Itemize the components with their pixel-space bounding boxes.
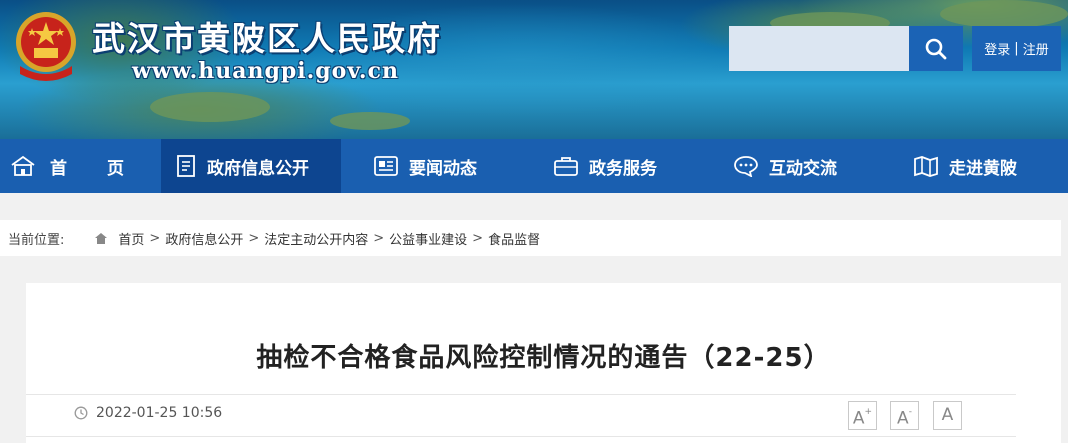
publish-time-value: 2022-01-25 10:56 [96,405,223,421]
auth-separator: | [1014,41,1019,56]
divider [26,394,1016,395]
article-panel: 抽检不合格食品风险控制情况的通告（22-25） 2022-01-25 10:56… [26,283,1061,443]
nav-item-about[interactable]: 走进黄陂 [895,139,1068,193]
nav-item-news[interactable]: 要闻动态 [355,139,525,193]
publish-time: 2022-01-25 10:56 [74,405,222,421]
nav-item-service[interactable]: 政务服务 [535,139,715,193]
nav-item-label: 走进黄陂 [949,158,1017,179]
search-icon [925,38,947,59]
nav-home-label-b: 页 [107,158,124,179]
font-btn-label: A [852,408,865,429]
briefcase-icon [554,157,578,176]
font-size-decrease-button[interactable]: A- [890,401,919,430]
nav-item-gov-info[interactable]: 政府信息公开 [161,139,341,193]
document-icon [177,155,195,177]
breadcrumb: 当前位置: 首页 > 政府信息公开 > 法定主动公开内容 > 公益事业建设 > … [0,220,1061,256]
breadcrumb-link-gov-info[interactable]: 政府信息公开 [165,229,243,248]
chat-icon [734,156,758,177]
breadcrumb-link-food-supervision[interactable]: 食品监督 [488,229,540,248]
breadcrumb-separator: > [248,230,260,246]
site-banner: 武汉市黄陂区人民政府 www.huangpi.gov.cn 登录 | 注册 [0,0,1068,139]
font-btn-sup: + [864,407,873,417]
site-title: 武汉市黄陂区人民政府 [92,19,442,58]
article-title: 抽检不合格食品风险控制情况的通告（22-25） [256,343,831,373]
banner-island [940,0,1068,28]
nav-item-label: 要闻动态 [409,158,477,179]
register-link[interactable]: 注册 [1023,39,1049,58]
auth-links: 登录 | 注册 [972,26,1061,71]
font-size-increase-button[interactable]: A+ [848,401,877,430]
breadcrumb-link-home[interactable]: 首页 [118,229,144,248]
nav-item-interaction[interactable]: 互动交流 [715,139,895,193]
search-button[interactable] [909,26,963,71]
login-link[interactable]: 登录 [984,39,1010,58]
national-emblem-icon [16,12,76,81]
nav-item-label: 政务服务 [589,158,657,179]
nav-item-home[interactable]: 首 页 [0,139,160,193]
search-input[interactable] [729,26,909,71]
nav-item-label: 政府信息公开 [207,158,309,179]
font-btn-sup: - [908,407,912,417]
home-icon [11,155,35,176]
font-btn-label: A [897,408,909,429]
nav-item-label: 互动交流 [769,158,837,179]
font-btn-label: A [941,405,954,425]
font-size-reset-button[interactable]: A [933,401,962,430]
main-nav: 首 页 政府信息公开 要闻动态 政务服务 互动交流 走进黄陂 [0,139,1068,193]
site-url: www.huangpi.gov.cn [132,58,399,84]
clock-icon [74,406,88,420]
divider [26,436,1016,437]
banner-island [150,92,270,122]
breadcrumb-separator: > [472,230,484,246]
breadcrumb-link-public-welfare[interactable]: 公益事业建设 [389,229,467,248]
nav-home-label-a: 首 [50,158,67,179]
breadcrumb-separator: > [149,230,161,246]
breadcrumb-link-statutory[interactable]: 法定主动公开内容 [264,229,368,248]
map-icon [914,156,938,177]
home-icon [94,232,108,245]
news-icon [374,156,398,176]
breadcrumb-prefix: 当前位置: [8,232,65,248]
banner-island [330,112,410,130]
breadcrumb-separator: > [373,230,385,246]
